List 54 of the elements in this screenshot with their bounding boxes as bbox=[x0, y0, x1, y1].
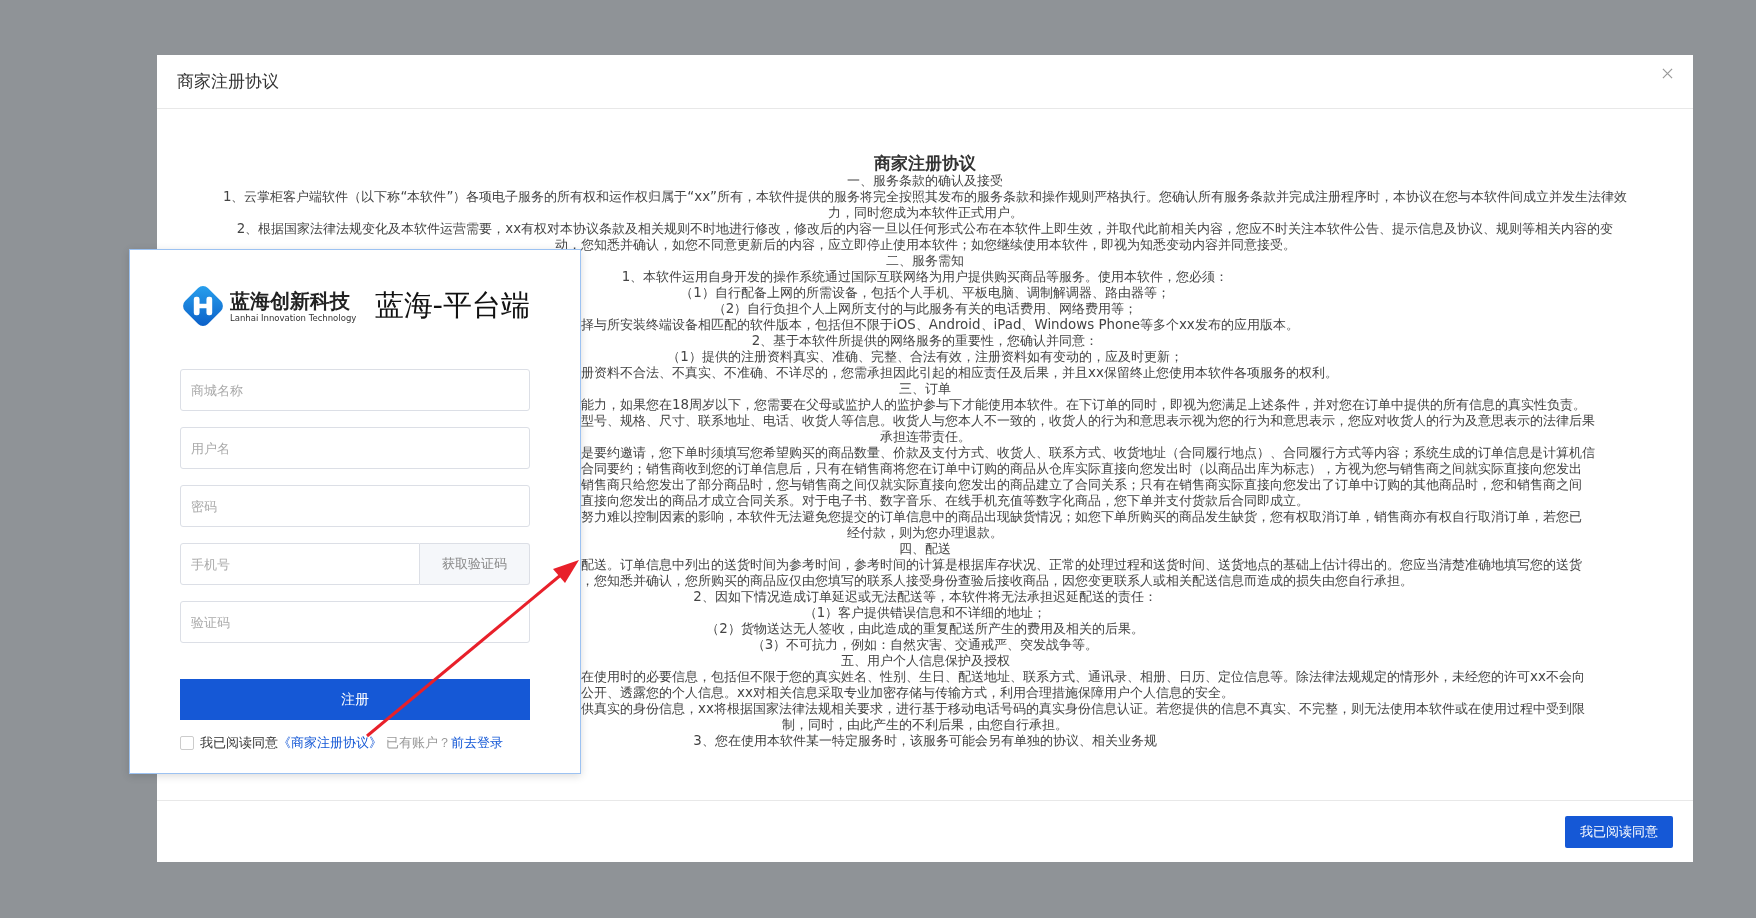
input-field[interactable]: 商城名称 bbox=[180, 369, 530, 411]
agreement-text: （3）不可抗力，例如：自然灾害、交通戒严、突发战争等。 bbox=[751, 637, 1099, 652]
input-field[interactable]: 验证码 bbox=[180, 601, 530, 643]
platform-title: 蓝海-平台端 bbox=[374, 287, 530, 324]
agreement-text: （1）自行配备上网的所需设备，包括个人手机、平板电脑、调制解调器、路由器等； bbox=[680, 285, 1170, 300]
input-field[interactable]: 密码 bbox=[180, 485, 530, 527]
agreement-text: 公开、透露您的个人信息。xx对相关信息采取专业加密存储与传输方式，利用合理措施保障用户个人信息的安全。 bbox=[581, 685, 1234, 700]
agreement-text: 3、您在使用本软件某一特定服务时，该服务可能会另有单独的协议、相关业务规 bbox=[693, 733, 1157, 748]
agreement-text: 是要约邀请，您下单时须填写您希望购买的商品数量、价款及支付方式、收货人、联系方式、收货地址（合同履行地点）、合同履行方式等内容；系统生成的订单信息是计算机信 bbox=[581, 445, 1595, 460]
agreement-text: 二、服务需知 bbox=[886, 253, 964, 268]
get-code-button[interactable]: 获取验证码 bbox=[420, 543, 530, 585]
agreement-text: （1）提供的注册资料真实、准确、完整、合法有效，注册资料如有变动的，应及时更新； bbox=[667, 349, 1183, 364]
agreement-text: 销售商只给您发出了部分商品时，您与销售商之间仅就实际直接向您发出的商品建立了合同关系；只有在销售商实际直接向您发出了订单中订购的其他商品时，您和销售商之间 bbox=[581, 477, 1582, 492]
login-prompt: 已有账户？ bbox=[386, 734, 451, 752]
agreement-text: 择与所安装终端设备相匹配的软件版本，包括但不限于iOS、Android、iPad、Windows Phone等多个xx发布的应用版本。 bbox=[581, 317, 1299, 332]
agreement-text: 在使用时的必要信息，包括但不限于您的真实姓名、性别、生日、配送地址、联系方式、通讯录、相册、日历、定位信息等。除法律法规规定的情形外，未经您的许可xx不会向 bbox=[581, 669, 1585, 684]
agreement-text: 三、订单 bbox=[899, 381, 951, 396]
input-field[interactable]: 手机号 bbox=[180, 543, 420, 585]
agreement-text: 供真实的身份信息，xx将根据国家法律法规相关要求，进行基于移动电话号码的真实身份信息认证。若您提供的信息不真实、不完整，则无法使用本软件或在使用过程中受到限 bbox=[581, 701, 1585, 716]
agreement-text: （2）货物送达无人签收，由此造成的重复配送所产生的费用及相关的后果。 bbox=[706, 621, 1144, 636]
agreement-text: 配送。订单信息中列出的送货时间为参考时间，参考时间的计算是根据库存状况、正常的处理过程和送货时间、送货地点的基础上估计得出的。您应当清楚准确地填写您的送货 bbox=[581, 557, 1582, 572]
agreement-text: ，您知悉并确认，您所购买的商品应仅由您填写的联系人接受身份查验后接收商品，因您变更联系人或相关配送信息而造成的损失由您自行承担。 bbox=[581, 573, 1413, 588]
close-icon[interactable] bbox=[1662, 68, 1673, 79]
register-button[interactable]: 注册 bbox=[180, 679, 530, 720]
agreement-text: 型号、规格、尺寸、联系地址、电话、收货人等信息。收货人与您本人不一致的，收货人的行为和意思表示视为您的行为和意思表示，您应对收货人的行为及意思表示的法律后果 bbox=[581, 413, 1595, 428]
agreement-text: 五、用户个人信息保护及授权 bbox=[840, 653, 1010, 668]
agree-label: 我已阅读同意 bbox=[200, 734, 278, 752]
agreement-text: 1、云掌柜客户端软件（以下称“本软件”）各项电子服务的所有权和运作权归属于“xx”所有，本软件提供的服务将完全按照其发布的服务条款和操作规则严格执行。您确认所有服务条款并完成注册程序时，本协议在您与本软件间成立并发生法律效 bbox=[222, 189, 1628, 204]
document-title: 商家注册协议 bbox=[873, 153, 977, 173]
agreement-text: 2、因如下情况造成订单延迟或无法配送等，本软件将无法承担迟延配送的责任： bbox=[693, 589, 1157, 604]
agreement-text: 四、配送 bbox=[899, 541, 951, 556]
login-link[interactable]: 前去登录 bbox=[451, 734, 503, 752]
agreement-link[interactable]: 《商家注册协议》 bbox=[278, 734, 382, 752]
agreement-text: 直接向您发出的商品才成立合同关系。对于电子书、数字音乐、在线手机充值等数字化商品，您下单并支付货款后合同即成立。 bbox=[581, 493, 1309, 508]
agreement-text: 承担连带责任。 bbox=[879, 429, 971, 444]
agreement-text: 制，同时，由此产生的不利后果，由您自行承担。 bbox=[782, 717, 1068, 732]
agreement-text: 2、基于本软件所提供的网络服务的重要性，您确认并同意： bbox=[751, 333, 1099, 348]
brand-tagline: Lanhai Innovation Technology bbox=[230, 313, 357, 323]
dialog-title: 商家注册协议 bbox=[177, 70, 279, 93]
brand-name: 蓝海创新科技 bbox=[230, 289, 351, 313]
agreement-text: 1、本软件运用自身开发的操作系统通过国际互联网络为用户提供购买商品等服务。使用本软件，您必须： bbox=[621, 269, 1229, 284]
agree-button[interactable]: 我已阅读同意 bbox=[1565, 815, 1673, 848]
agreement-text: 一、服务条款的确认及接受 bbox=[847, 173, 1003, 188]
input-field[interactable]: 用户名 bbox=[180, 427, 530, 469]
agreement-text: 经付款，则为您办理退款。 bbox=[847, 525, 1003, 540]
agreement-text: （1）客户提供错误信息和不详细的地址； bbox=[803, 605, 1047, 620]
agreement-text: 合同要约；销售商收到您的订单信息后，只有在销售商将您在订单中订购的商品从仓库实际直接向您发出时（以商品出库为标志），方视为您与销售商之间就实际直接向您发出 bbox=[581, 461, 1582, 476]
agreement-text: 册资料不合法、不真实、不准确、不详尽的，您需承担因此引起的相应责任及后果，并且xx保留终止您使用本软件各项服务的权利。 bbox=[581, 365, 1338, 380]
checkbox[interactable] bbox=[180, 736, 194, 750]
agreement-text: 力，同时您成为本软件正式用户。 bbox=[827, 205, 1023, 220]
agreement-text: 能力，如果您在18周岁以下，您需要在父母或监护人的监护参与下才能使用本软件。在下订单的同时，即视为您满足上述条件，并对您在订单中提供的所有信息的真实性负责。 bbox=[581, 397, 1587, 412]
agreement-text: （2）自行负担个人上网所支付的与此服务有关的电话费用、网络费用等； bbox=[712, 301, 1138, 316]
agreement-text: 努力难以控制因素的影响，本软件无法避免您提交的订单信息中的商品出现缺货情况；如您下单所购买的商品发生缺货，您有权取消订单，销售商亦有权自行取消订单，若您已 bbox=[581, 509, 1582, 524]
agreement-text: 2、根据国家法律法规变化及本软件运营需要，xx有权对本协议条款及相关规则不时地进行修改，修改后的内容一旦以任何形式公布在本软件上即生效，并取代此前相关内容，您应不时关注本软件公告、提示信息及协议、规则等相关内容的变 bbox=[236, 221, 1614, 236]
